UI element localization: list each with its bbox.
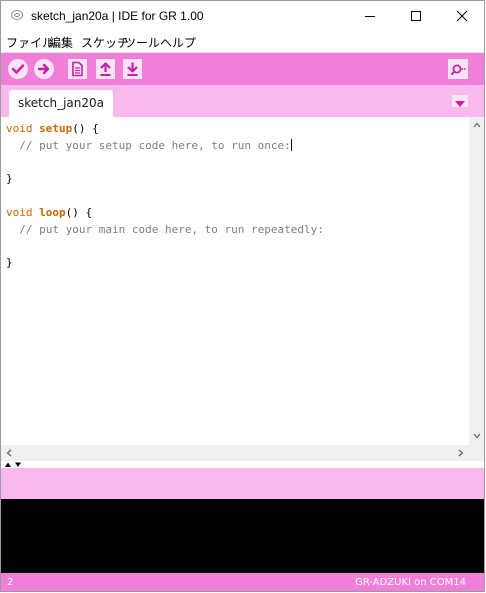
serial-monitor-icon xyxy=(450,64,466,76)
new-icon xyxy=(72,61,83,77)
open-button[interactable] xyxy=(96,59,115,79)
split-arrows-icon[interactable] xyxy=(4,461,24,468)
menu-file[interactable]: ファイル xyxy=(6,34,54,51)
save-icon xyxy=(127,62,138,76)
toolbar xyxy=(1,53,484,85)
board-port-info: GR-ADZUKI on COM14 xyxy=(355,577,466,588)
verify-icon xyxy=(11,64,25,74)
console-output[interactable] xyxy=(1,499,484,573)
vertical-scrollbar[interactable] xyxy=(469,117,484,445)
scroll-right-icon[interactable] xyxy=(458,449,464,457)
code-line: // put your main code here, to run repea… xyxy=(19,222,324,236)
code-text[interactable]: void setup() { // put your setup code he… xyxy=(1,117,469,272)
tab-menu-dropdown-icon xyxy=(455,101,465,107)
title-bar[interactable]: sketch_jan20a | IDE for GR 1.00 xyxy=(1,1,484,32)
scroll-up-icon[interactable] xyxy=(473,122,481,128)
serial-monitor-button[interactable] xyxy=(448,59,468,79)
open-icon xyxy=(100,62,111,76)
code-editor[interactable]: void setup() { // put your setup code he… xyxy=(1,117,469,445)
code-line: void loop() { xyxy=(6,205,93,219)
new-button[interactable] xyxy=(68,59,87,79)
maximize-icon xyxy=(411,11,421,21)
scroll-down-icon[interactable] xyxy=(473,433,481,439)
code-line: } xyxy=(6,172,13,186)
menu-tools[interactable]: ツール xyxy=(124,34,160,51)
scroll-left-icon[interactable] xyxy=(6,449,12,457)
text-cursor xyxy=(290,138,292,151)
code-line: void setup() { xyxy=(6,122,99,135)
save-button[interactable] xyxy=(123,59,142,79)
status-bar xyxy=(1,468,484,499)
menu-help[interactable]: ヘルプ xyxy=(160,34,196,51)
maximize-button[interactable] xyxy=(393,1,439,31)
line-number: 2 xyxy=(7,577,14,588)
minimize-icon xyxy=(365,16,375,17)
tab-menu-button[interactable] xyxy=(452,95,468,107)
code-line: } xyxy=(6,256,13,270)
pane-divider[interactable] xyxy=(1,461,484,468)
tab-sketch[interactable]: sketch_jan20a xyxy=(9,90,113,117)
close-icon xyxy=(456,10,468,22)
upload-button[interactable] xyxy=(34,59,54,79)
close-button[interactable] xyxy=(439,1,484,31)
tab-label: sketch_jan20a xyxy=(18,96,104,110)
tab-bar: sketch_jan20a xyxy=(1,85,484,117)
horizontal-scrollbar[interactable] xyxy=(1,445,469,461)
minimize-button[interactable] xyxy=(347,1,393,31)
menu-bar: ファイル 編集 スケッチ ツール ヘルプ xyxy=(1,32,484,53)
verify-button[interactable] xyxy=(8,59,28,79)
upload-icon xyxy=(37,63,50,75)
menu-edit[interactable]: 編集 xyxy=(49,34,73,51)
app-icon xyxy=(11,10,23,20)
ide-window: sketch_jan20a | IDE for GR 1.00 ファイル 編集 … xyxy=(0,0,485,592)
window-title: sketch_jan20a | IDE for GR 1.00 xyxy=(31,9,204,23)
scrollbar-corner xyxy=(469,445,484,461)
footer-bar: 2 GR-ADZUKI on COM14 xyxy=(1,573,484,591)
menu-sketch[interactable]: スケッチ xyxy=(81,34,129,51)
code-line: // put your setup code here, to run once… xyxy=(19,138,292,152)
